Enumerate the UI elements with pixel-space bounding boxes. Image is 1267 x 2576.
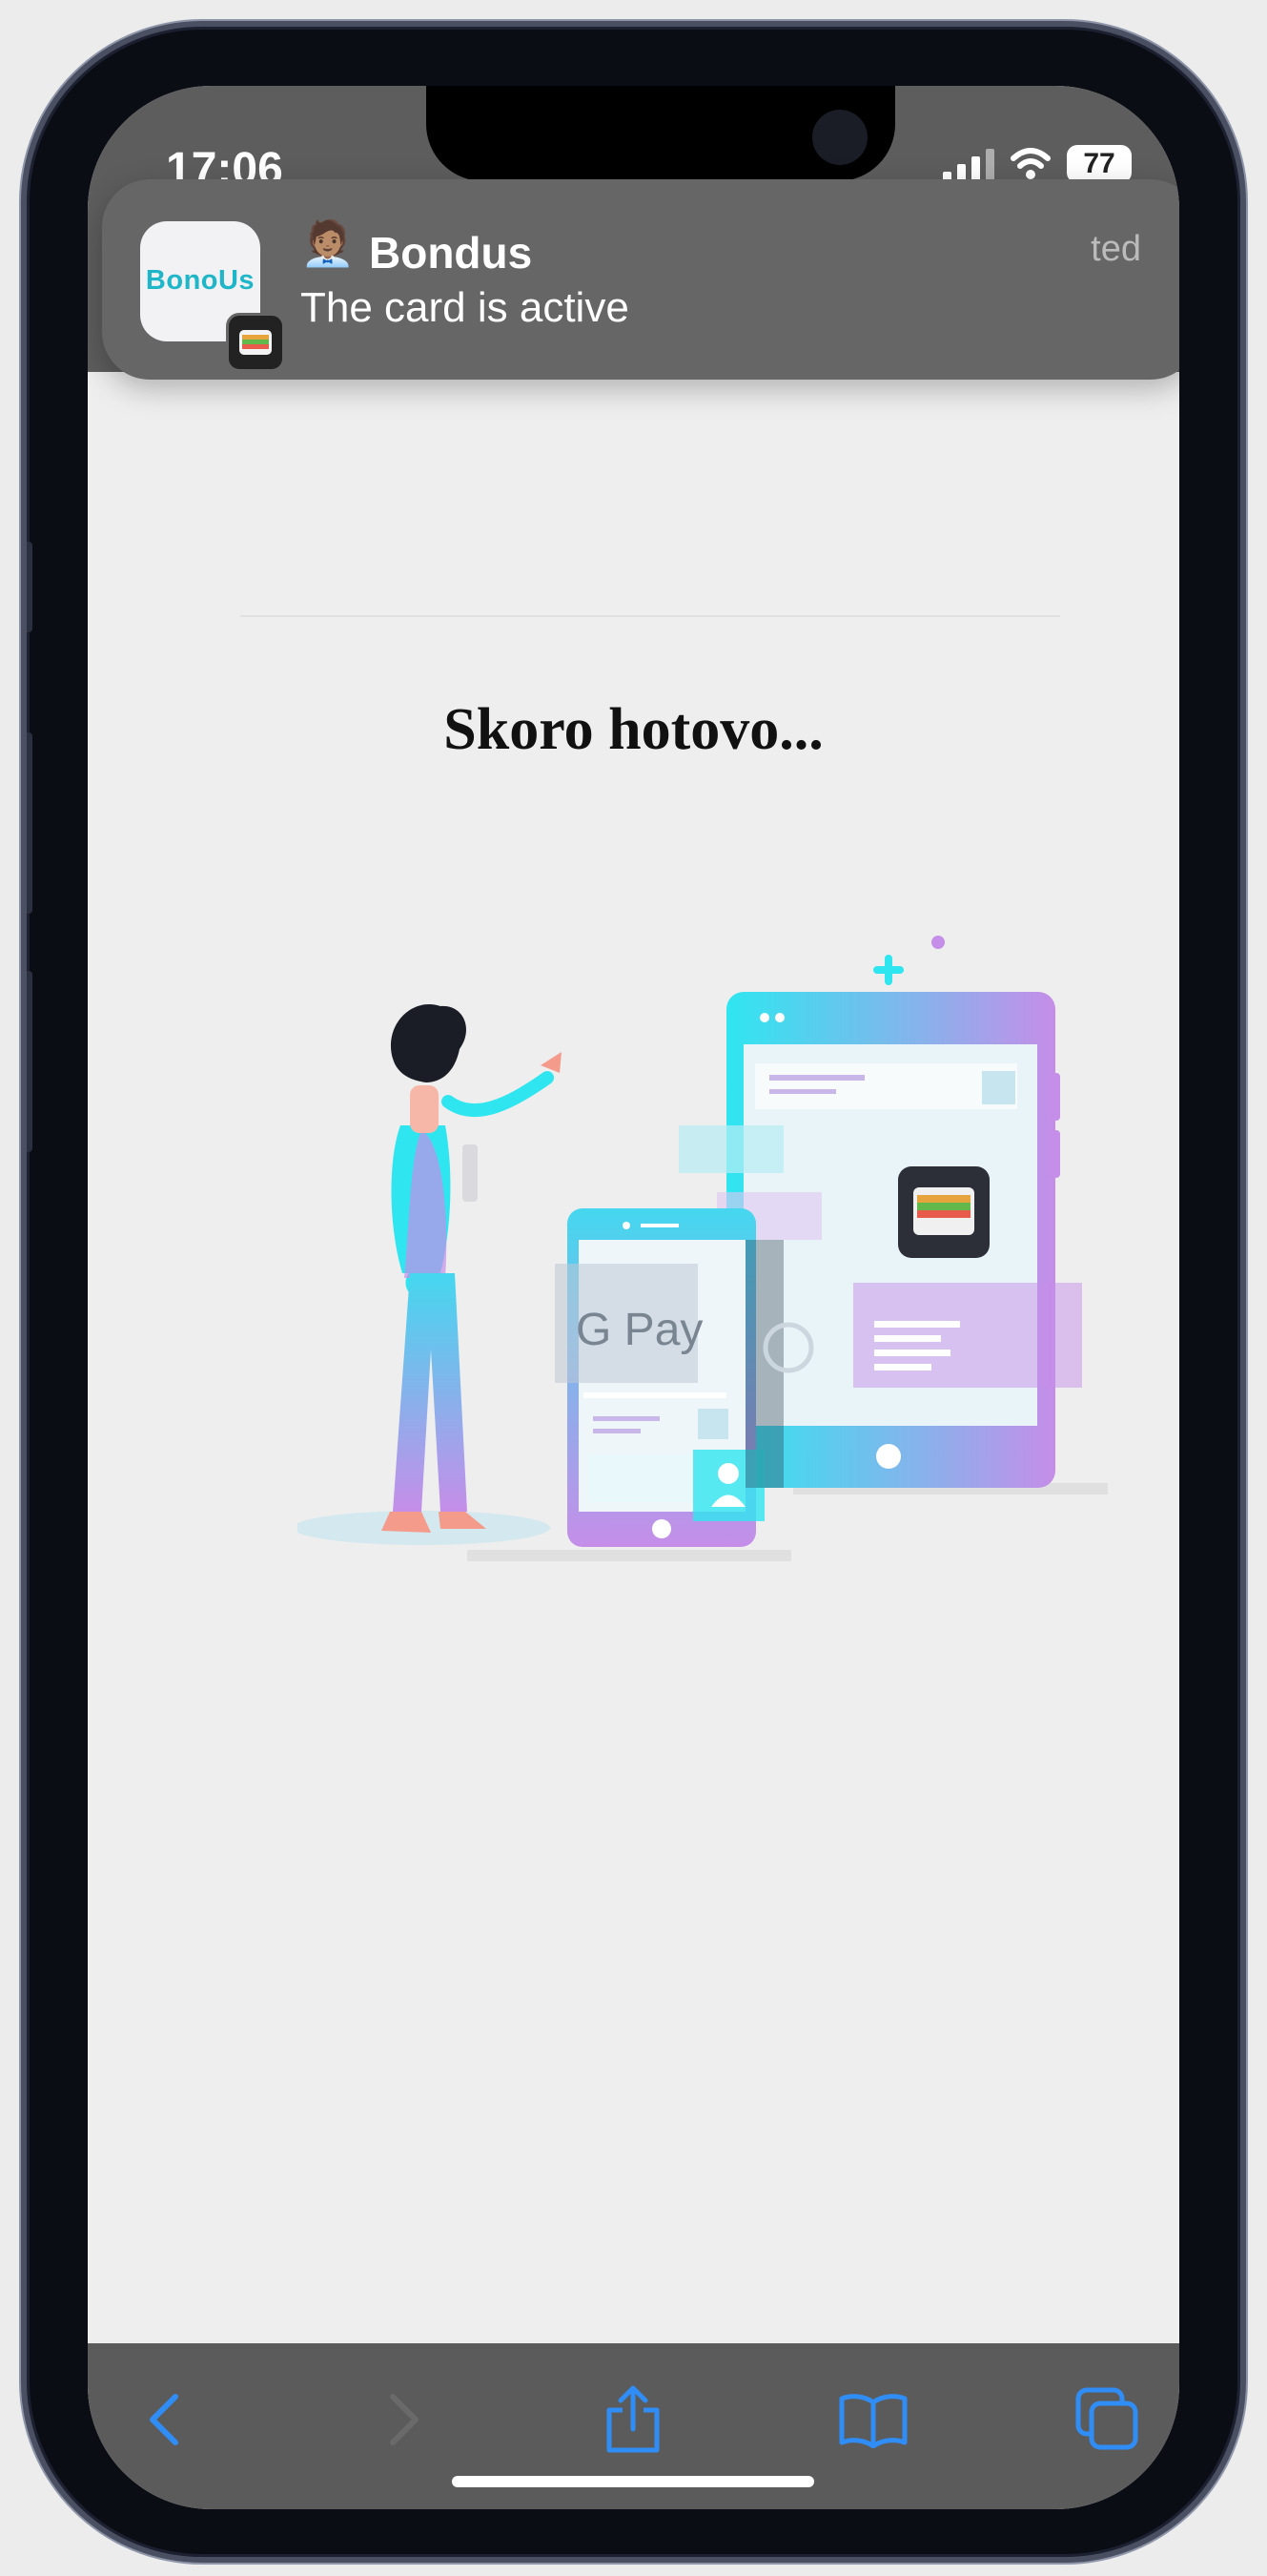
forward-button[interactable] [366, 2381, 442, 2458]
screen: 17:06 77 BonoUs [88, 86, 1179, 2509]
front-camera [812, 110, 868, 165]
forward-icon [390, 2394, 419, 2445]
share-button[interactable] [595, 2381, 671, 2458]
app-logo-text: BonoUs [145, 265, 255, 296]
share-icon [606, 2385, 660, 2453]
tabs-button[interactable] [1070, 2381, 1146, 2458]
divider [240, 615, 1060, 617]
notification-message: The card is active [300, 284, 629, 331]
wifi-icon [1011, 148, 1051, 179]
wallet-badge-icon [226, 313, 285, 372]
back-icon [150, 2394, 178, 2445]
person-figure [381, 1004, 562, 1533]
page-heading: Skoro hotovo... [443, 697, 824, 762]
person-emoji-icon: 🧑🏽‍💼 [300, 218, 356, 268]
notification-time: ted [1091, 229, 1141, 269]
home-indicator[interactable] [452, 2476, 814, 2487]
volume-up-button [27, 732, 32, 914]
gpay-label: G Pay [576, 1305, 703, 1355]
mute-switch [27, 542, 32, 632]
cellular-signal-icon [943, 145, 994, 183]
volume-down-button [27, 971, 32, 1152]
notification-title: Bondus [369, 228, 533, 278]
wallet-illustration: G Pay [297, 936, 1108, 1561]
battery-icon: 77 [1067, 145, 1132, 183]
phone-frame: 17:06 77 BonoUs [21, 21, 1246, 2563]
bookmarks-button[interactable] [835, 2381, 911, 2458]
notch [426, 86, 895, 181]
back-button[interactable] [126, 2381, 202, 2458]
status-icons: 77 [943, 145, 1132, 183]
notification-banner[interactable]: BonoUs 🧑🏽‍💼 Bondus The card is active te… [102, 179, 1179, 380]
bookmarks-icon [839, 2394, 908, 2448]
tabs-icon [1075, 2387, 1138, 2450]
phone-device: G Pay [555, 1208, 784, 1547]
